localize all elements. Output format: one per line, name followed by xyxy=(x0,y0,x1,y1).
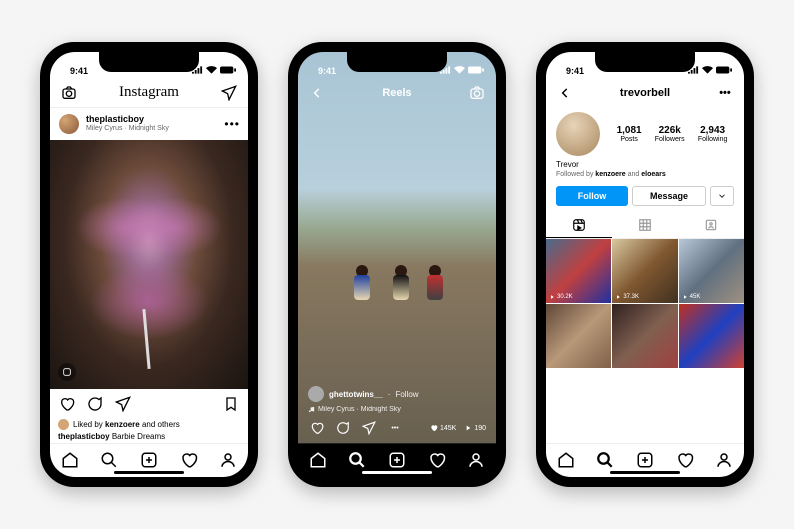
status-time: 9:41 xyxy=(70,66,88,76)
post-caption: theplasticboy Barbie Dreams xyxy=(50,430,248,443)
create-tab[interactable] xyxy=(388,451,406,469)
like-icon[interactable] xyxy=(308,419,326,437)
profile-tab[interactable] xyxy=(467,451,485,469)
app-header: Instagram xyxy=(50,78,248,108)
battery-icon xyxy=(220,66,236,76)
battery-icon xyxy=(468,66,484,76)
reels-video[interactable]: 9:41 Reels ghettotwins__ · xyxy=(298,52,496,443)
home-tab[interactable] xyxy=(557,451,575,469)
wifi-icon xyxy=(702,66,713,76)
play-count: 30.2K xyxy=(549,294,573,300)
comment-icon[interactable] xyxy=(334,419,352,437)
profile-name: Trevor xyxy=(546,160,744,169)
followed-by[interactable]: Followed by kenzoere and eloears xyxy=(546,169,744,180)
liker-avatar xyxy=(58,419,69,430)
follow-button[interactable]: Follow xyxy=(556,186,628,206)
profile-header: trevorbell ••• xyxy=(546,78,744,108)
phone-feed: 9:41 Instagram theplasticboy Miley Cyrus… xyxy=(40,42,258,487)
profile-tabs xyxy=(546,212,744,239)
profile-handle: trevorbell xyxy=(620,87,670,99)
search-tab[interactable] xyxy=(596,451,614,469)
grid-tile[interactable] xyxy=(679,304,744,368)
grid-tile[interactable]: 45K xyxy=(679,239,744,303)
status-time: 9:41 xyxy=(566,66,584,76)
likes-row[interactable]: Liked by kenzoere and others xyxy=(50,419,248,430)
reels-username[interactable]: ghettotwins__ xyxy=(329,390,383,399)
grid-tab[interactable] xyxy=(612,212,678,238)
grid-tile[interactable]: 37.3K xyxy=(612,239,677,303)
search-tab[interactable] xyxy=(348,451,366,469)
avatar[interactable] xyxy=(308,386,324,402)
post-image[interactable] xyxy=(50,140,248,389)
stat-posts[interactable]: 1,081 Posts xyxy=(617,125,642,143)
home-tab[interactable] xyxy=(61,451,79,469)
grid-tile[interactable] xyxy=(612,304,677,368)
comment-icon[interactable] xyxy=(86,395,104,413)
like-count: 145K xyxy=(430,424,456,432)
phone-profile: 9:41 trevorbell ••• 1,081 Posts 226k xyxy=(536,42,754,487)
status-time: 9:41 xyxy=(318,66,336,76)
reels-music[interactable]: Miley Cyrus · Midnight Sky xyxy=(308,406,486,413)
camera-icon[interactable] xyxy=(60,84,78,102)
follow-link[interactable]: Follow xyxy=(395,390,418,399)
stat-following[interactable]: 2,943 Following xyxy=(698,125,728,143)
camera-icon[interactable] xyxy=(468,84,486,102)
tagged-tab[interactable] xyxy=(678,212,744,238)
activity-tab[interactable] xyxy=(180,451,198,469)
search-tab[interactable] xyxy=(100,451,118,469)
create-tab[interactable] xyxy=(636,451,654,469)
phone-reels: 9:41 Reels ghettotwins__ · xyxy=(288,42,506,487)
share-icon[interactable] xyxy=(114,395,132,413)
avatar[interactable] xyxy=(58,113,80,135)
instagram-logo: Instagram xyxy=(119,84,179,101)
profile-tab[interactable] xyxy=(219,451,237,469)
save-icon[interactable] xyxy=(222,395,240,413)
grid-tile[interactable] xyxy=(546,304,611,368)
reels-grid: 30.2K 37.3K 45K xyxy=(546,239,744,443)
like-icon[interactable] xyxy=(58,395,76,413)
more-icon[interactable]: ••• xyxy=(386,419,404,437)
messages-icon[interactable] xyxy=(220,84,238,102)
activity-tab[interactable] xyxy=(428,451,446,469)
reels-badge-icon xyxy=(58,363,76,381)
grid-tile[interactable]: 30.2K xyxy=(546,239,611,303)
wifi-icon xyxy=(206,66,217,76)
more-icon[interactable]: ••• xyxy=(224,117,240,131)
reels-tab[interactable] xyxy=(546,212,612,238)
post-username[interactable]: theplasticboy xyxy=(86,115,218,125)
post-actions xyxy=(50,389,248,419)
battery-icon xyxy=(716,66,732,76)
profile-avatar[interactable] xyxy=(556,112,600,156)
post-music[interactable]: Miley Cyrus · Midnight Sky xyxy=(86,125,218,133)
back-icon[interactable] xyxy=(556,84,574,102)
share-icon[interactable] xyxy=(360,419,378,437)
reels-title: Reels xyxy=(382,87,411,99)
home-tab[interactable] xyxy=(309,451,327,469)
message-button[interactable]: Message xyxy=(632,186,706,206)
create-tab[interactable] xyxy=(140,451,158,469)
more-icon[interactable]: ••• xyxy=(716,84,734,102)
view-count: 190 xyxy=(464,424,486,432)
wifi-icon xyxy=(454,66,465,76)
play-count: 37.3K xyxy=(615,294,639,300)
play-count: 45K xyxy=(682,294,701,300)
post-header: theplasticboy Miley Cyrus · Midnight Sky… xyxy=(50,108,248,140)
back-icon[interactable] xyxy=(308,84,326,102)
activity-tab[interactable] xyxy=(676,451,694,469)
profile-tab[interactable] xyxy=(715,451,733,469)
suggestions-button[interactable] xyxy=(710,186,734,206)
stat-followers[interactable]: 226k Followers xyxy=(655,125,685,143)
